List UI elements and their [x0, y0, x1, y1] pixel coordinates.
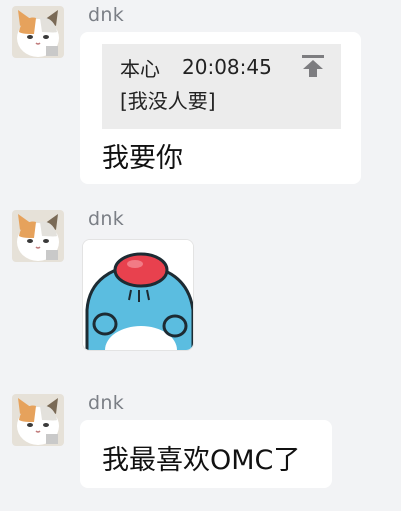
quote-timestamp: 20:08:45 [182, 55, 272, 79]
cat-avatar-icon [12, 394, 64, 446]
sender-avatar[interactable] [12, 6, 64, 58]
cat-avatar-icon [12, 210, 64, 262]
blue-creature-red-cap-sticker [83, 240, 193, 350]
message-text: 我要你 [102, 143, 183, 174]
sender-name: dnk [88, 392, 125, 414]
message-text: 我最喜欢OMC了 [102, 445, 301, 476]
quote-text: [我没人要] [120, 89, 216, 113]
quote-author: 本心 [120, 56, 160, 81]
cat-avatar-icon [12, 6, 64, 58]
quote-header: 本心 20:08:45 [120, 52, 323, 82]
sender-name: dnk [88, 4, 125, 26]
sticker-message[interactable] [82, 239, 194, 351]
chat-window: dnk 本心 20:08:45 [我没人要] 我要你 dnk dnk 我最喜欢O… [0, 0, 401, 511]
sender-name: dnk [88, 208, 125, 230]
message-bubble[interactable]: 我最喜欢OMC了 [80, 420, 332, 488]
sender-avatar[interactable] [12, 210, 64, 262]
jump-to-top-icon[interactable] [299, 52, 327, 80]
message-bubble[interactable]: 本心 20:08:45 [我没人要] 我要你 [80, 32, 361, 184]
sender-avatar[interactable] [12, 394, 64, 446]
quoted-reply[interactable]: 本心 20:08:45 [我没人要] [102, 44, 341, 129]
